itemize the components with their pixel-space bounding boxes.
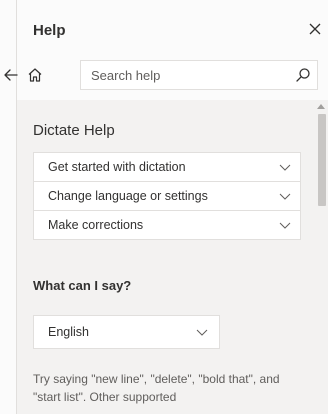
scroll-up-arrow-icon[interactable] [316,102,326,110]
back-button[interactable] [0,64,22,86]
home-icon [28,68,42,82]
search-button[interactable] [293,65,313,85]
help-pane: Help Dictate [0,0,328,414]
pane-title: Help [33,22,66,39]
accordion-item-make-corrections[interactable]: Make corrections [33,210,301,240]
accordion-item-get-started[interactable]: Get started with dictation [33,152,301,182]
what-can-i-say-heading: What can I say? [33,278,132,293]
arrow-left-icon [4,69,18,81]
accordion-item-change-language[interactable]: Change language or settings [33,181,301,211]
close-icon [309,23,321,35]
section-title: Dictate Help [33,122,115,139]
help-topics-accordion: Get started with dictation Change langua… [33,152,301,240]
home-button[interactable] [24,64,46,86]
chevron-down-icon [278,219,292,233]
accordion-item-label: Get started with dictation [48,160,186,174]
chevron-down-icon [195,326,209,340]
search-input[interactable] [91,61,281,89]
help-header: Help [17,0,328,56]
commands-description: Try saying "new line", "delete", "bold t… [33,372,280,404]
language-select[interactable]: English [33,315,220,349]
language-select-value: English [48,325,89,339]
accordion-item-label: Change language or settings [48,189,208,203]
scrollbar-thumb[interactable] [318,114,326,206]
chevron-down-icon [278,190,292,204]
search-box [80,60,318,90]
accordion-item-label: Make corrections [48,218,144,232]
help-content: Dictate Help Get started with dictation … [17,100,314,414]
chevron-down-icon [278,161,292,175]
help-nav [0,56,328,96]
search-icon [296,68,310,82]
close-button[interactable] [304,18,326,40]
